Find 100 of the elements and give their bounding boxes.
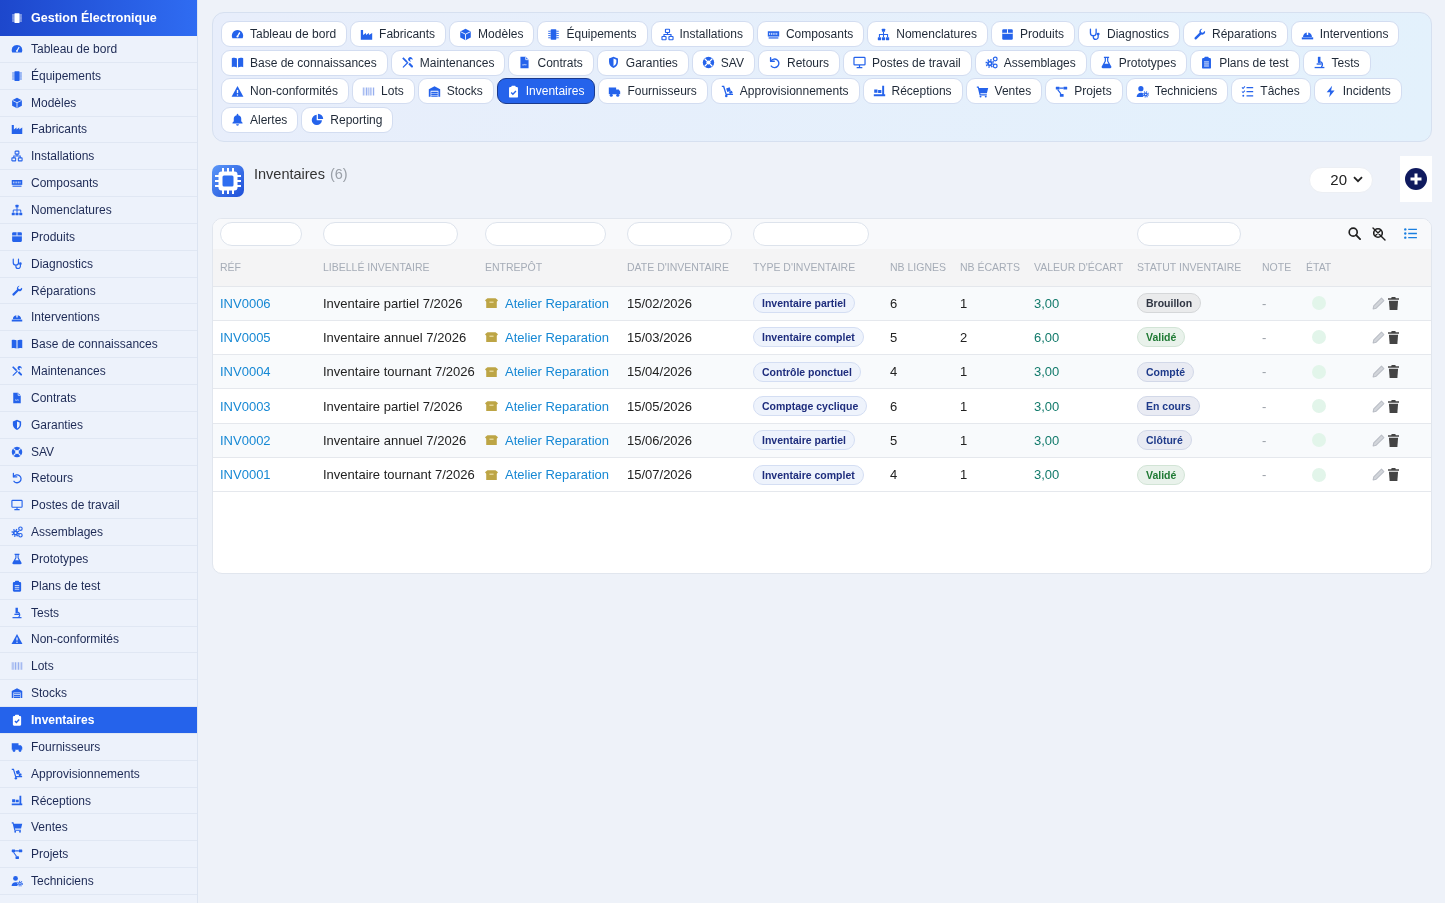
sidebar-item[interactable]: Diagnostics: [0, 250, 197, 278]
trash-icon[interactable]: [1388, 365, 1399, 379]
warehouse-link[interactable]: Atelier Reparation: [505, 398, 610, 414]
filter-field[interactable]: [220, 221, 302, 246]
reference-link[interactable]: INV0006: [220, 295, 271, 311]
list-icon[interactable]: [1404, 228, 1417, 239]
sidebar-item[interactable]: Modèles: [0, 89, 197, 117]
warehouse-link[interactable]: Atelier Reparation: [505, 295, 610, 311]
tab[interactable]: Tâches: [1231, 78, 1311, 104]
filter-field[interactable]: [627, 221, 732, 246]
sidebar-item[interactable]: Fabricants: [0, 116, 197, 144]
sidebar-item[interactable]: Produits: [0, 223, 197, 251]
sidebar-item[interactable]: Nomenclatures: [0, 197, 197, 224]
filter-field[interactable]: [1137, 221, 1241, 246]
sidebar-item[interactable]: Plans de test: [0, 572, 197, 600]
sidebar-item[interactable]: Réparations: [0, 277, 197, 305]
filter-field[interactable]: [485, 221, 606, 246]
sidebar-item[interactable]: Contrats: [0, 384, 197, 412]
reference-link[interactable]: INV0002: [220, 432, 271, 448]
tab[interactable]: Fournisseurs: [598, 78, 708, 104]
tab[interactable]: Ventes: [965, 78, 1043, 104]
warehouse-link[interactable]: Atelier Reparation: [505, 432, 610, 448]
sidebar-item[interactable]: Composants: [0, 170, 197, 198]
tab[interactable]: Équipements: [537, 21, 648, 47]
warehouse-link[interactable]: Atelier Reparation: [505, 329, 610, 345]
sidebar-item[interactable]: Ventes: [0, 814, 197, 842]
warehouse-link[interactable]: Atelier Reparation: [505, 467, 610, 483]
tab[interactable]: Base de connaissances: [221, 49, 388, 76]
tab[interactable]: Tests: [1302, 49, 1371, 76]
tab[interactable]: SAV: [691, 49, 755, 76]
sidebar-item[interactable]: Fournisseurs: [0, 733, 197, 761]
sidebar-item[interactable]: Lots: [0, 653, 197, 681]
tab[interactable]: Non-conformités: [221, 78, 350, 104]
sidebar-item[interactable]: Non-conformités: [0, 626, 197, 654]
sidebar-item[interactable]: Retours: [0, 465, 197, 493]
sidebar-item[interactable]: Maintenances: [0, 358, 197, 385]
reference-link[interactable]: INV0003: [220, 398, 271, 414]
sidebar-item[interactable]: Réceptions: [0, 787, 197, 815]
box-icon: [11, 230, 23, 243]
sidebar-item[interactable]: SAV: [0, 438, 197, 466]
sidebar-item[interactable]: Assemblages: [0, 519, 197, 547]
sidebar-item[interactable]: Inventaires: [0, 707, 197, 734]
tab[interactable]: Maintenances: [390, 49, 506, 76]
sidebar-item[interactable]: Base de connaissances: [0, 331, 197, 359]
trash-icon[interactable]: [1388, 296, 1399, 310]
tab[interactable]: Lots: [352, 78, 415, 104]
sidebar-item[interactable]: Techniciens: [0, 868, 197, 895]
sidebar-item[interactable]: Tests: [0, 599, 197, 627]
tab[interactable]: Assemblages: [974, 49, 1087, 76]
add-button[interactable]: [1400, 155, 1432, 202]
sidebar-item[interactable]: Tableau de bord: [0, 36, 197, 63]
tab[interactable]: Produits: [990, 21, 1075, 47]
sidebar-item[interactable]: Garanties: [0, 411, 197, 439]
tab[interactable]: Prototypes: [1089, 49, 1188, 76]
reference-link[interactable]: INV0005: [220, 329, 271, 345]
tab[interactable]: Fabricants: [350, 21, 447, 47]
tab[interactable]: Plans de test: [1190, 49, 1300, 76]
tab[interactable]: Retours: [758, 49, 840, 76]
warehouse-link[interactable]: Atelier Reparation: [505, 364, 610, 380]
tab[interactable]: Réceptions: [862, 78, 963, 104]
sidebar-item[interactable]: Approvisionnements: [0, 760, 197, 788]
tab[interactable]: Modèles: [449, 21, 535, 47]
tab[interactable]: Alertes: [221, 106, 299, 133]
trash-icon[interactable]: [1388, 433, 1399, 447]
tab[interactable]: Réparations: [1183, 21, 1288, 47]
reference-link[interactable]: INV0004: [220, 364, 271, 380]
sidebar-item[interactable]: Équipements: [0, 62, 197, 90]
trash-icon[interactable]: [1388, 330, 1399, 344]
tab[interactable]: Projets: [1045, 78, 1123, 104]
filter-field[interactable]: [323, 221, 458, 246]
tab[interactable]: Composants: [756, 21, 865, 47]
user-gear-icon: [1135, 84, 1149, 98]
tab[interactable]: Garanties: [596, 49, 689, 76]
clear-search-icon[interactable]: [1372, 226, 1386, 241]
tab[interactable]: Contrats: [508, 49, 594, 76]
tab[interactable]: Nomenclatures: [867, 21, 988, 47]
tab[interactable]: Reporting: [301, 106, 394, 133]
trash-icon[interactable]: [1388, 399, 1399, 413]
sidebar-item[interactable]: Interventions: [0, 304, 197, 332]
reference-link[interactable]: INV0001: [220, 467, 271, 483]
sidebar-item[interactable]: Installations: [0, 143, 197, 171]
tab[interactable]: Postes de travail: [843, 49, 972, 76]
sidebar-item[interactable]: Postes de travail: [0, 492, 197, 520]
tab[interactable]: Tableau de bord: [221, 21, 348, 47]
tab[interactable]: Installations: [650, 21, 754, 47]
tab[interactable]: Approvisionnements: [710, 78, 860, 104]
tab[interactable]: Interventions: [1290, 21, 1400, 47]
tab[interactable]: Diagnostics: [1078, 21, 1181, 47]
trash-icon[interactable]: [1388, 468, 1399, 482]
note-text: -: [1262, 432, 1267, 448]
filter-field[interactable]: [753, 221, 869, 246]
tab[interactable]: Techniciens: [1125, 78, 1229, 104]
search-icon[interactable]: [1348, 227, 1361, 240]
tab[interactable]: Incidents: [1313, 78, 1402, 104]
status-badge: Compté: [1137, 361, 1195, 382]
sidebar-item[interactable]: Projets: [0, 841, 197, 869]
sidebar-item[interactable]: Prototypes: [0, 546, 197, 573]
tab[interactable]: Stocks: [417, 78, 494, 104]
page-size-select[interactable]: 20: [1309, 166, 1373, 193]
tab[interactable]: Inventaires: [496, 78, 596, 104]
